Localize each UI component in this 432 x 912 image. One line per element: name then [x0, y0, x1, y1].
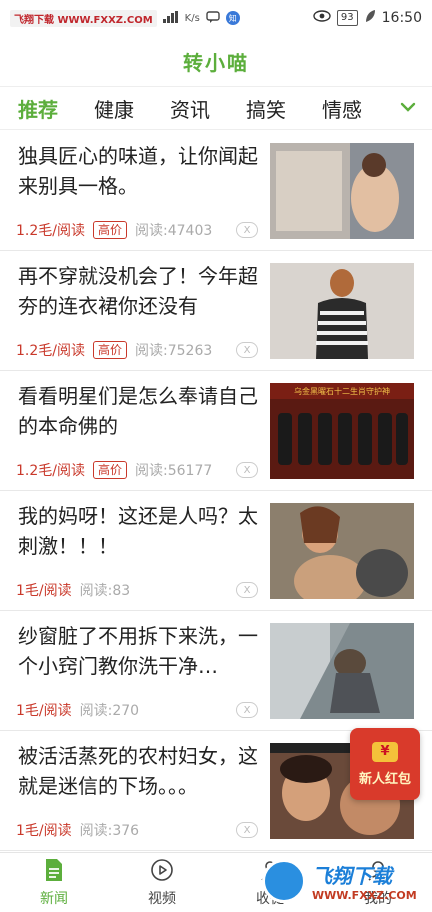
news-title[interactable]: 独具匠心的味道，让你闻起来别具一格。 [18, 141, 263, 201]
category-tabs: 推荐 健康 资讯 搞笑 情感 [0, 86, 432, 130]
message-icon [206, 10, 220, 26]
watermark-text: 飞翔下载 WWW.FXXZ.COM [10, 9, 157, 27]
dismiss-button[interactable]: X [236, 342, 258, 358]
read-count: 阅读:376 [79, 823, 140, 839]
watermark-text-group: 飞翔下载 WWW.FXXZ.COM [312, 860, 417, 902]
news-thumbnail[interactable] [270, 263, 414, 359]
clock-time: 16:50 [381, 10, 422, 26]
leaf-icon [364, 9, 376, 27]
app-title: 转小喵 [183, 50, 249, 75]
nav-label: 视频 [148, 891, 176, 907]
network-speed: K/s [184, 12, 200, 24]
news-item[interactable]: 看看明星们是怎么奉请自己的本命佛的 1.2毛/阅读 高价 阅读:56177 X … [0, 371, 432, 491]
tab-news[interactable]: 资讯 [170, 94, 210, 123]
news-item[interactable]: 纱窗脏了不用拆下来洗，一个小窍门教你洗干净… 1毛/阅读 阅读:270 X [0, 611, 432, 731]
battery-indicator: 93 [336, 10, 358, 26]
read-count: 阅读:270 [79, 703, 140, 719]
news-title[interactable]: 被活活蒸死的农村妇女，这就是迷信的下场。。。 [18, 741, 263, 801]
nav-news[interactable]: 新闻 [0, 853, 108, 912]
eye-icon [313, 10, 331, 26]
tab-recommend[interactable]: 推荐 [18, 94, 58, 123]
watermark-logo-icon [262, 859, 306, 903]
tab-health[interactable]: 健康 [94, 94, 134, 123]
app-header: 转小喵 [0, 36, 432, 86]
read-count: 阅读:75263 [135, 343, 213, 359]
red-packet-coin-icon: ¥ [372, 741, 398, 762]
read-count: 阅读:47403 [135, 223, 213, 239]
reward-rate: 1毛/阅读 [16, 583, 72, 599]
nav-label: 新闻 [40, 891, 68, 907]
reward-rate: 1毛/阅读 [16, 703, 72, 719]
news-meta: 1.2毛/阅读 高价 阅读:47403 [16, 220, 212, 240]
reward-rate: 1.2毛/阅读 [16, 223, 85, 239]
new-user-red-packet-button[interactable]: ¥ 新人红包 [350, 728, 420, 800]
high-price-badge: 高价 [92, 461, 127, 479]
dismiss-button[interactable]: X [236, 822, 258, 838]
news-item[interactable]: 再不穿就没机会了！今年超夯的连衣裙你还没有 1.2毛/阅读 高价 阅读:7526… [0, 251, 432, 371]
tab-funny[interactable]: 搞笑 [246, 94, 286, 123]
news-doc-icon [44, 858, 64, 886]
status-right: 93 16:50 [313, 9, 422, 27]
news-meta: 1毛/阅读 阅读:83 [16, 580, 130, 600]
high-price-badge: 高价 [92, 341, 127, 359]
status-bar: 飞翔下载 WWW.FXXZ.COM K/s 知 93 16:50 [0, 0, 432, 36]
dismiss-button[interactable]: X [236, 222, 258, 238]
news-thumbnail[interactable] [270, 623, 414, 719]
dismiss-button[interactable]: X [236, 462, 258, 478]
high-price-badge: 高价 [92, 221, 127, 239]
red-packet-label: 新人红包 [358, 771, 411, 787]
signal-icon [162, 10, 179, 26]
news-title[interactable]: 我的妈呀！这还是人吗？太刺激！！！ [18, 501, 263, 561]
reward-rate: 1毛/阅读 [16, 823, 72, 839]
news-meta: 1毛/阅读 阅读:376 [16, 820, 139, 840]
watermark-main: 飞翔下载 [312, 864, 392, 888]
chevron-down-icon[interactable] [398, 97, 418, 117]
status-left: 飞翔下载 WWW.FXXZ.COM K/s 知 [10, 9, 240, 27]
reward-rate: 1.2毛/阅读 [16, 343, 85, 359]
read-count: 阅读:56177 [135, 463, 213, 479]
news-thumbnail[interactable]: 乌金黑曜石十二生肖守护神 [270, 383, 414, 479]
news-meta: 1.2毛/阅读 高价 阅读:56177 [16, 460, 212, 480]
news-meta: 1.2毛/阅读 高价 阅读:75263 [16, 340, 212, 360]
thumbnail-caption: 乌金黑曜石十二生肖守护神 [294, 386, 390, 396]
read-count: 阅读:83 [79, 583, 131, 599]
site-watermark: 飞翔下载 WWW.FXXZ.COM [262, 852, 432, 910]
news-thumbnail[interactable] [270, 503, 414, 599]
watermark-sub: WWW.FXXZ.COM [312, 889, 417, 902]
nav-video[interactable]: 视频 [108, 853, 216, 912]
reward-rate: 1.2毛/阅读 [16, 463, 85, 479]
news-title[interactable]: 再不穿就没机会了！今年超夯的连衣裙你还没有 [18, 261, 263, 321]
news-item[interactable]: 我的妈呀！这还是人吗？太刺激！！！ 1毛/阅读 阅读:83 X [0, 491, 432, 611]
news-title[interactable]: 纱窗脏了不用拆下来洗，一个小窍门教你洗干净… [18, 621, 263, 681]
tab-emotion[interactable]: 情感 [322, 94, 362, 123]
dismiss-button[interactable]: X [236, 582, 258, 598]
app-notification-icon: 知 [225, 11, 240, 25]
dismiss-button[interactable]: X [236, 702, 258, 718]
news-item[interactable]: 独具匠心的味道，让你闻起来别具一格。 1.2毛/阅读 高价 阅读:47403 X [0, 131, 432, 251]
news-meta: 1毛/阅读 阅读:270 [16, 700, 139, 720]
news-title[interactable]: 看看明星们是怎么奉请自己的本命佛的 [18, 381, 263, 441]
play-circle-icon [150, 858, 174, 886]
news-thumbnail[interactable] [270, 143, 414, 239]
